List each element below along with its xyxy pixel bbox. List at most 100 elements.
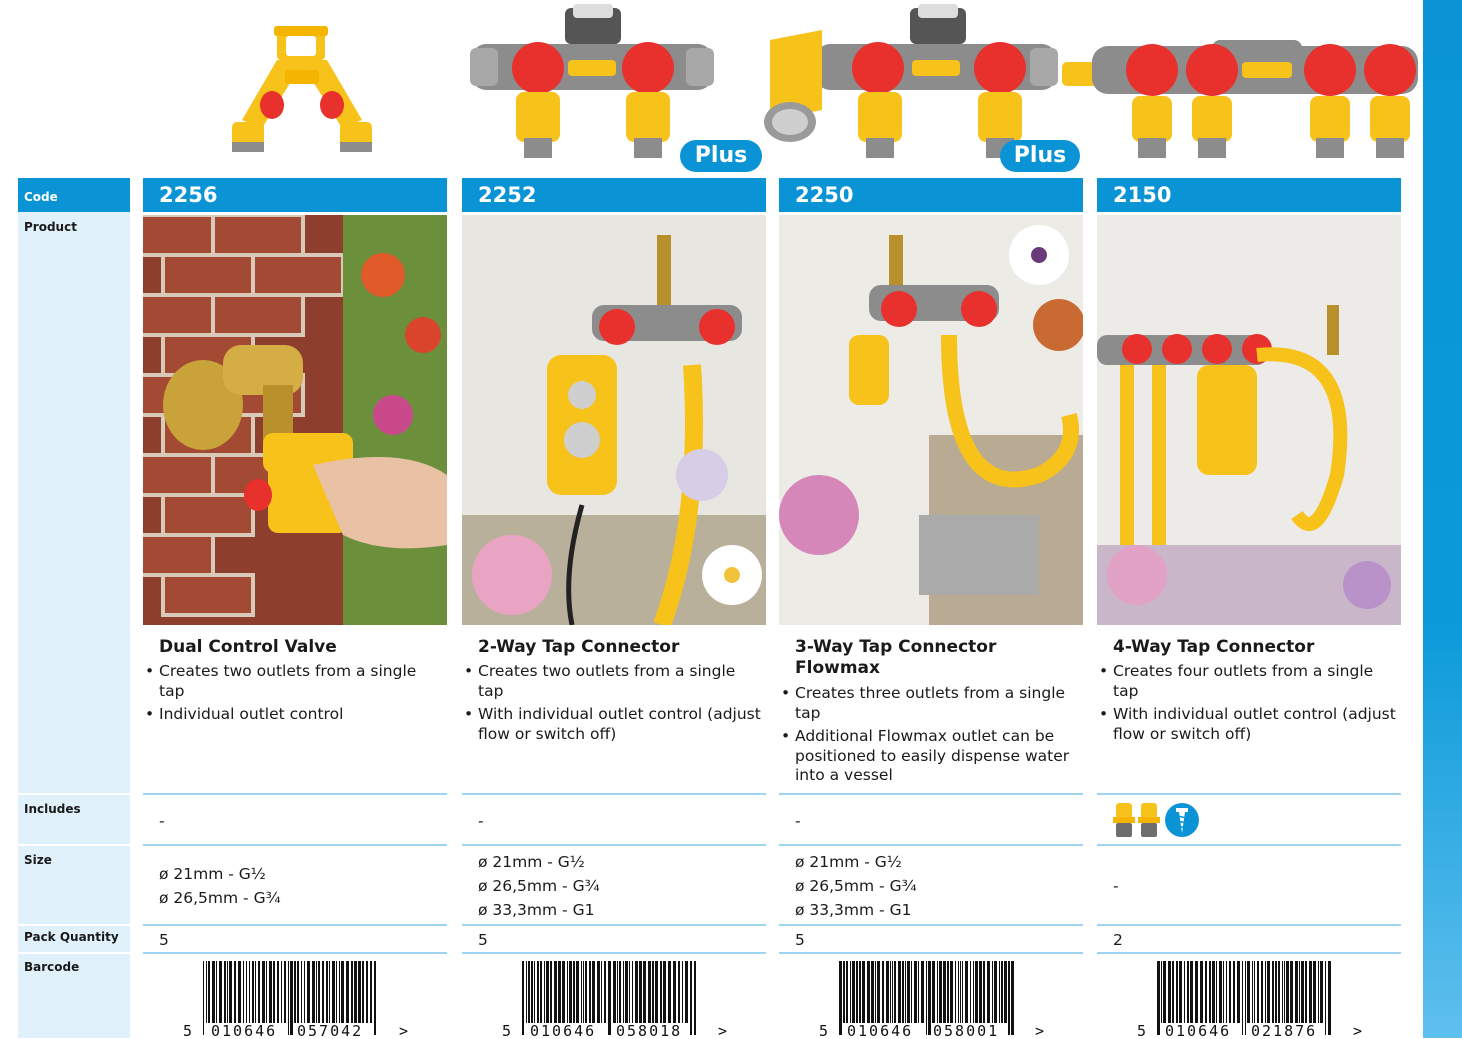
barcode-lead-digit: 5 — [819, 1022, 830, 1039]
barcode-bar — [288, 961, 289, 1035]
barcode-bar — [1282, 961, 1283, 1023]
barcode-bar — [862, 961, 865, 1023]
pack-quantity-value: 5 — [159, 931, 169, 949]
barcode-bar — [914, 961, 917, 1023]
barcode-bar — [623, 961, 624, 1023]
barcode-bar — [346, 961, 349, 1023]
row-divider — [143, 952, 447, 954]
barcode-bar — [1286, 961, 1289, 1023]
barcode-bar — [877, 961, 880, 1023]
barcode-bar — [246, 961, 247, 1023]
barcode-bar — [937, 961, 938, 1023]
barcode-bar — [212, 961, 215, 1023]
barcode-bar — [1163, 961, 1166, 1023]
barcode-bar — [358, 961, 361, 1023]
product-name: 4-Way Tap Connector — [1113, 637, 1315, 657]
barcode-bar — [1318, 961, 1319, 1023]
barcode-bar — [663, 961, 666, 1023]
barcode-bar — [850, 961, 851, 1023]
includes-value: - — [478, 812, 484, 830]
barcode-bar — [284, 961, 286, 1023]
barcode-bar — [1247, 961, 1250, 1023]
size-value: ø 33,3mm - G1 — [795, 901, 912, 919]
barcode-bar — [905, 961, 906, 1023]
barcode-bar — [266, 961, 267, 1023]
label-product: Product — [24, 220, 77, 234]
barcode-bar — [685, 961, 688, 1023]
barcode: 5 010646 021876 > — [1137, 961, 1362, 1039]
pack-quantity-value: 2 — [1113, 931, 1123, 949]
barcode-left-digits: 010646 — [211, 1022, 277, 1039]
product-code: 2250 — [779, 178, 1083, 212]
barcode-bar — [562, 961, 565, 1023]
barcode-bar — [1252, 961, 1253, 1023]
label-code: Code — [24, 190, 58, 204]
barcode-bar — [558, 961, 561, 1023]
feature-item: Creates two outlets from a single tap — [143, 662, 443, 701]
barcode-bar — [604, 961, 606, 1023]
barcode-bar — [362, 961, 364, 1023]
barcode-bar — [1295, 961, 1298, 1023]
barcode-bar — [273, 961, 275, 1023]
barcode-bar — [208, 961, 210, 1023]
screw-icon — [1165, 803, 1199, 837]
barcode-bar — [907, 961, 910, 1023]
barcode-bar — [322, 961, 324, 1023]
barcode-bar — [911, 961, 912, 1023]
barcode-bar — [1278, 961, 1280, 1023]
product-photo-dual-valve — [143, 215, 447, 625]
size-value: ø 26,5mm - G¾ — [159, 889, 281, 907]
barcode-bar — [1313, 961, 1316, 1023]
barcode-bar — [1008, 961, 1010, 1035]
barcode-bar — [947, 961, 949, 1023]
row-divider — [779, 924, 1083, 926]
hero-2-way-connector-image — [470, 4, 714, 158]
barcode-bar — [1157, 961, 1160, 1035]
barcode-bar — [629, 961, 630, 1023]
barcode-bar — [886, 961, 889, 1023]
label-pack-quantity: Pack Quantity — [24, 930, 119, 944]
barcode-bar — [955, 961, 956, 1023]
barcode-bar — [852, 961, 855, 1023]
barcode-bar — [1254, 961, 1255, 1023]
barcode-bar — [326, 961, 328, 1023]
barcode-bar — [537, 961, 539, 1023]
barcode-bar — [875, 961, 876, 1023]
size-value: ø 33,3mm - G1 — [478, 901, 595, 919]
product-column-2250: 2250 3-Way Tap Connector Flowmax Creates… — [779, 178, 1083, 1039]
barcode-bar — [1209, 961, 1211, 1023]
barcode-bar — [1267, 961, 1270, 1023]
size-value: - — [1113, 877, 1119, 895]
barcode-bar — [1226, 961, 1227, 1023]
barcode-bar — [219, 961, 222, 1023]
barcode-bar — [668, 961, 671, 1023]
row-divider — [779, 952, 1083, 954]
barcode-bar — [329, 961, 330, 1023]
barcode-bar — [203, 961, 204, 1035]
barcode-bar — [277, 961, 279, 1023]
row-divider — [1097, 844, 1401, 846]
barcode-bar — [528, 961, 530, 1023]
barcode-bar — [1172, 961, 1174, 1023]
barcode-bar — [839, 961, 842, 1035]
barcode-bar — [1216, 961, 1217, 1023]
row-divider — [1097, 793, 1401, 795]
barcode-bar — [370, 961, 372, 1023]
divider — [18, 793, 130, 795]
barcode-bar — [374, 961, 376, 1035]
barcode-left-digits: 010646 — [847, 1022, 913, 1039]
hose-connector-icon — [1138, 803, 1160, 837]
barcode-bar — [655, 961, 658, 1023]
barcode-bar — [970, 961, 971, 1023]
barcode-lead-digit: 5 — [1137, 1022, 1148, 1039]
barcode-bar — [1179, 961, 1182, 1023]
divider — [18, 924, 130, 926]
barcode-bar — [846, 961, 848, 1023]
barcode-bar — [351, 961, 353, 1023]
feature-item: Additional Flowmax outlet can be positio… — [779, 727, 1079, 786]
barcode-bar — [660, 961, 662, 1023]
barcode-bar — [1245, 961, 1246, 1035]
barcode-bar — [1200, 961, 1203, 1023]
product-column-2252: 2252 2-Way Tap Connector Creates two out… — [462, 178, 766, 1039]
barcode-lead-digit: 5 — [502, 1022, 513, 1039]
